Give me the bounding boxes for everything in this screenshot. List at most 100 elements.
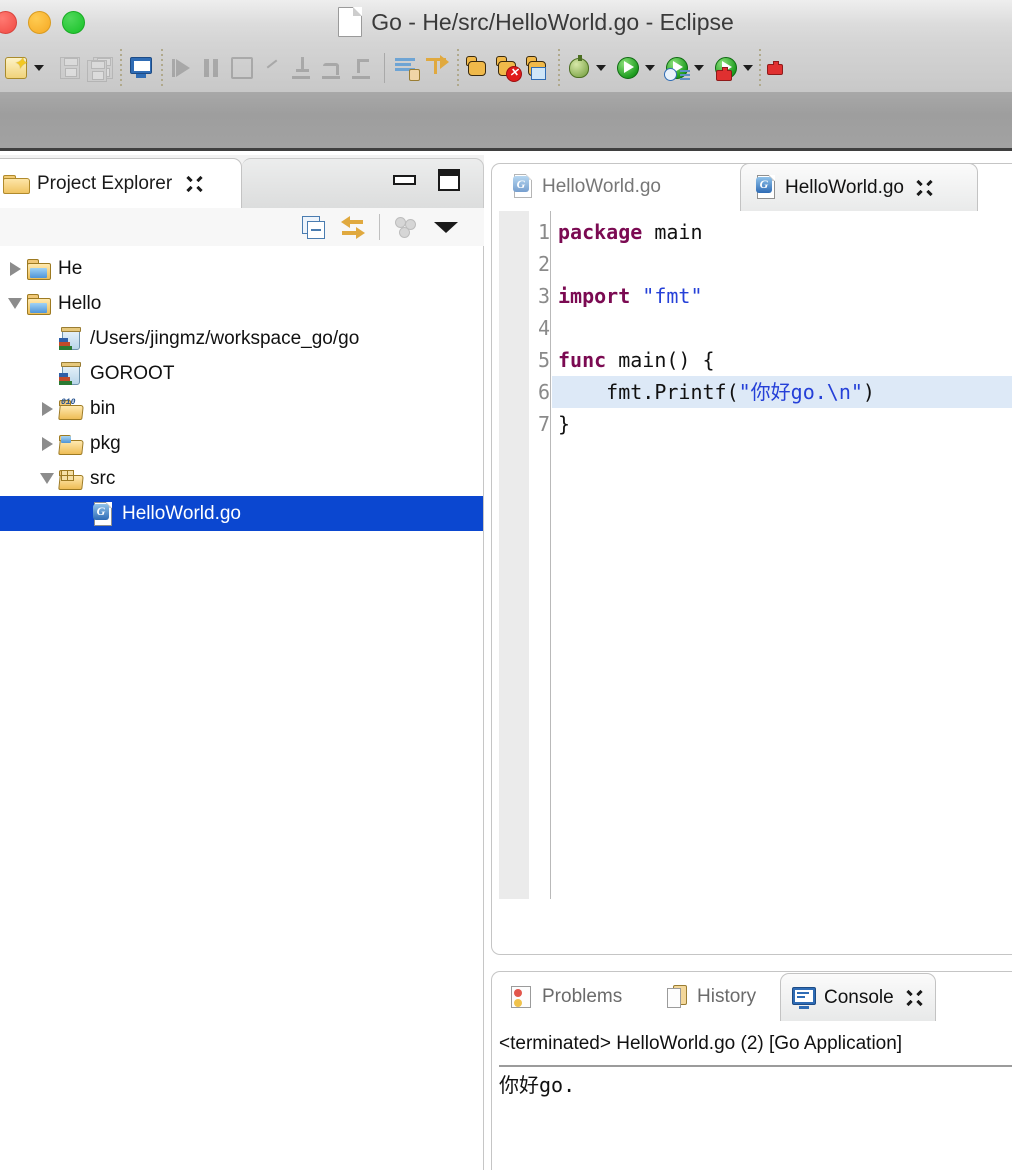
tree-item-hello[interactable]: Hello [0,286,483,321]
chevron-down-icon [434,221,458,233]
open-console-button[interactable] [126,49,156,87]
code-line[interactable] [552,248,1012,280]
chevron-down-icon [644,65,655,71]
yellow-arrow-icon [424,55,450,81]
tree-item-src[interactable]: src [0,461,483,496]
ant-build-button[interactable] [463,49,493,87]
maximize-icon[interactable] [438,169,460,191]
disconnect-button [257,49,287,87]
go-file-icon: G [510,174,534,200]
close-icon[interactable] [904,988,924,1008]
ant-view-button[interactable] [523,49,553,87]
ant-cat-icon [465,55,491,81]
tree-item-goroot[interactable]: GOROOT [0,356,483,391]
expand-arrow-icon[interactable] [4,251,26,286]
view-menu-button[interactable] [426,212,466,242]
go-file-icon: G [753,174,777,201]
console-output[interactable]: 你好go. [499,1069,1012,1164]
expand-arrow-icon[interactable] [36,391,58,426]
new-wizard-dropdown[interactable] [32,49,45,87]
toolbar-separator [757,49,762,87]
tree-item-label: bin [90,397,116,419]
new-wizard-button[interactable]: ✦ [2,49,32,87]
run-history-icon [664,55,690,81]
tree-item-users-jingmz-workspace-go-go[interactable]: /Users/jingmz/workspace_go/go [0,321,483,356]
line-number: 3 [537,284,550,308]
lines-hand-icon [394,55,420,81]
editor-tab-helloworld-2[interactable]: G HelloWorld.go [740,163,978,211]
extra-toolbar-button[interactable] [765,49,795,87]
editor-annotation-ruler[interactable] [499,211,529,899]
tree-item-helloworld-go[interactable]: G HelloWorld.go [0,496,483,531]
run-history-dropdown[interactable] [692,49,705,87]
next-annotation-button[interactable] [422,49,452,87]
tab-console[interactable]: Console [780,973,936,1021]
project-tree[interactable]: He Hello/Users/jingmz/workspace_go/go GORO… [0,246,484,1170]
close-icon [184,174,204,194]
run-dropdown[interactable] [643,49,656,87]
run-button[interactable] [613,49,643,87]
code-line[interactable]: fmt.Printf("你好go.\n") [552,376,1012,408]
console-process-header: <terminated> HelloWorld.go (2) [Go Appli… [499,1033,1012,1067]
collapse-arrow-icon[interactable] [36,461,58,496]
console-view: Problems History Console <terminated> He… [491,963,1012,1170]
save-button[interactable] [55,49,85,87]
minimize-icon[interactable] [393,175,416,185]
tree-twisty-spacer [36,356,58,391]
editor-area: G HelloWorld.go G HelloWorld.go 1 2 3 4 5 6 7 … [491,155,1012,955]
project-explorer-view: Project Explorer He Hello/Users/jingmz/w… [0,155,484,1170]
tree-item-he[interactable]: He [0,251,483,286]
ant-cat-error-icon: ✕ [495,55,522,82]
toolbar-separator [455,49,460,87]
code-line[interactable]: import "fmt" [552,280,1012,312]
tab-history[interactable]: History [656,973,767,1021]
toolbar-overflow-area [0,92,1012,151]
bug-icon [566,55,592,81]
chevron-down-icon [693,65,704,71]
debug-button[interactable] [564,49,594,87]
filters-icon [393,214,419,240]
tree-twisty-spacer [36,321,58,356]
show-whitespace-button[interactable] [392,49,422,87]
tree-item-pkg[interactable]: pkg [0,426,483,461]
new-icon: ✦ [4,55,30,81]
close-icon[interactable] [914,178,934,198]
expand-arrow-icon[interactable] [36,426,58,461]
code-line[interactable]: package main [552,216,1012,248]
tree-item-label: GOROOT [90,362,175,384]
collapse-arrow-icon[interactable] [4,286,26,321]
code-text: main() { [618,348,715,372]
ant-clean-button[interactable]: ✕ [493,49,523,87]
folder-icon [3,173,30,194]
link-with-editor-button[interactable] [333,212,373,242]
debug-dropdown[interactable] [594,49,607,87]
tab-problems[interactable]: Problems [499,973,633,1021]
eclipse-window: Go - He/src/HelloWorld.go - Eclipse ✦ ✕ … [0,0,1012,1170]
history-icon [667,985,689,1009]
tree-item-label: He [58,257,83,279]
collapse-all-button[interactable] [293,212,333,242]
toolbar-separator [159,49,164,87]
code-line[interactable] [552,312,1012,344]
editor-tab-helloworld-1[interactable]: G HelloWorld.go [498,163,714,211]
link-editor-icon [340,214,366,240]
chevron-down-icon [595,65,606,71]
external-tools-button[interactable] [711,49,741,87]
editor-code[interactable]: package main import "fmt" func main() { fm… [552,211,1012,899]
code-line[interactable]: } [552,408,1012,440]
code-line[interactable]: func main() { [552,344,1012,376]
partial-icon [767,55,793,81]
code-text: ) [862,380,875,404]
save-all-button[interactable] [85,49,115,87]
tree-item-bin[interactable]: 010 bin [0,391,483,426]
play-icon [169,55,195,81]
resume-button [167,49,197,87]
run-history-button[interactable] [662,49,692,87]
editor-tab-label: HelloWorld.go [542,176,661,197]
save-all-icon [87,55,113,82]
project-explorer-close-button[interactable] [184,174,204,194]
save-icon [57,55,83,81]
tab-project-explorer[interactable]: Project Explorer [0,158,242,208]
external-tools-dropdown[interactable] [741,49,754,87]
library-icon [58,361,84,386]
